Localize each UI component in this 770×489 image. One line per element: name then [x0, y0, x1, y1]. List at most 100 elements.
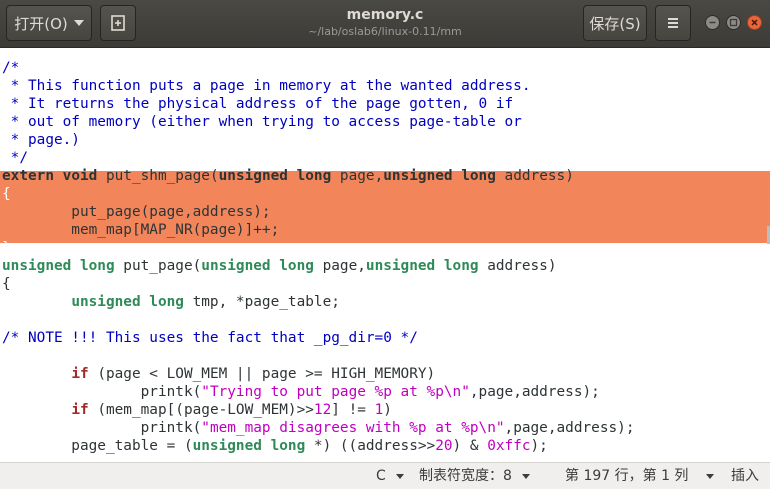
code-token: tmp, *page_table; — [192, 294, 340, 310]
code-token: unsigned long — [383, 168, 505, 184]
code-token: /* — [2, 60, 20, 76]
close-icon — [751, 19, 758, 26]
code-line: if (page < LOW_MEM || page >= HIGH_MEMOR… — [2, 365, 635, 383]
open-button[interactable]: 打开(O) — [6, 5, 92, 41]
chevron-down-icon — [521, 473, 530, 479]
code-line: page_table = (unsigned long *) ((address… — [2, 437, 635, 455]
chevron-down-icon — [706, 473, 715, 479]
code-token: if — [71, 366, 98, 382]
minimize-button[interactable] — [705, 15, 720, 30]
code-line: extern void put_shm_page(unsigned long p… — [2, 167, 635, 185]
code-token: put_shm_page( — [105, 168, 219, 184]
code-token: if — [71, 402, 98, 418]
code-token: *) ((address>> — [313, 438, 436, 454]
language-label: C — [376, 468, 386, 484]
maximize-button[interactable] — [726, 15, 741, 30]
new-document-icon — [111, 15, 125, 31]
menu-button[interactable] — [655, 5, 691, 41]
code-line: ​ — [2, 311, 635, 329]
code-token: * It returns the physical address of the… — [2, 96, 514, 112]
code-token: { — [2, 186, 11, 202]
header-bar: 打开(O) memory.c ~/lab/oslab6/linux-0.11/m… — [0, 0, 770, 48]
save-button[interactable]: 保存(S) — [583, 5, 647, 41]
code-line: */ — [2, 149, 635, 167]
maximize-icon — [729, 18, 738, 27]
code-token: ) & — [452, 438, 488, 454]
window-title: memory.c — [346, 7, 424, 23]
window-title-block: memory.c ~/lab/oslab6/linux-0.11/mm — [200, 6, 570, 39]
status-bar: C 制表符宽度：8 第 197 行，第 1 列 插入 — [0, 462, 770, 489]
code-token: unsigned long — [2, 258, 124, 274]
code-line: /* — [2, 59, 635, 77]
code-token: unsigned long — [365, 258, 488, 274]
code-line: unsigned long tmp, *page_table; — [2, 293, 635, 311]
code-token: 0xffc — [487, 438, 531, 454]
hamburger-menu-icon — [668, 18, 678, 28]
code-line: if (mem_map[(page-LOW_MEM)>>12] != 1) — [2, 401, 635, 419]
tab-width-selector[interactable]: 制表符宽度：8 — [419, 463, 530, 489]
code-token: (page < LOW_MEM || page >= HIGH_MEMORY) — [97, 366, 436, 382]
cursor-position-selector[interactable]: 第 197 行，第 1 列 — [565, 463, 715, 489]
close-button[interactable] — [747, 15, 762, 30]
code-token: page_table = ( — [2, 438, 193, 454]
code-token: extern — [2, 168, 63, 184]
code-token: */ — [2, 150, 28, 166]
code-token: * out of memory (either when trying to a… — [2, 114, 522, 130]
chevron-down-icon — [73, 20, 84, 26]
code-line: { — [2, 275, 635, 293]
code-token: unsigned long — [218, 168, 340, 184]
code-token: mem_map[MAP_NR(page)]++; — [2, 222, 280, 238]
code-token: page, — [322, 258, 366, 274]
code-token: ); — [530, 438, 548, 454]
code-line: * It returns the physical address of the… — [2, 95, 635, 113]
code-line: { — [2, 185, 635, 203]
code-line: mem_map[MAP_NR(page)]++; — [2, 221, 635, 239]
code-token: void — [62, 168, 106, 184]
code-token: * page.) — [2, 132, 80, 148]
code-token: ] != — [331, 402, 375, 418]
code-token: } — [2, 240, 11, 256]
code-line: printk("mem_map disagrees with %p at %p\… — [2, 419, 635, 437]
code-token: page, — [339, 168, 384, 184]
chevron-down-icon — [395, 473, 404, 479]
insert-mode-indicator[interactable]: 插入 — [731, 463, 759, 489]
code-token: put_page(page,address); — [2, 204, 271, 220]
window-subtitle: ~/lab/oslab6/linux-0.11/mm — [308, 25, 462, 38]
code-token: unsigned long — [192, 438, 314, 454]
cursor-position-label: 第 197 行，第 1 列 — [565, 468, 689, 484]
code-token: (mem_map[(page-LOW_MEM)>> — [97, 402, 314, 418]
code-token: { — [2, 276, 11, 292]
code-line: * page.) — [2, 131, 635, 149]
code-line: } — [2, 239, 635, 257]
insert-mode-label: 插入 — [731, 468, 759, 484]
new-document-button[interactable] — [100, 5, 136, 41]
minimize-icon — [709, 21, 716, 24]
code-token: put_page( — [123, 258, 202, 274]
code-line: * This function puts a page in memory at… — [2, 77, 635, 95]
code-line: ​ — [2, 347, 635, 365]
code-token: unsigned long — [201, 258, 323, 274]
code-token: address) — [487, 258, 557, 274]
code-line: printk("Trying to put page %p at %p\n",p… — [2, 383, 635, 401]
code-token: ,page,address); — [504, 420, 635, 436]
tab-width-label: 制表符宽度：8 — [419, 468, 512, 484]
code-token: "mem_map disagrees with %p at %p\n" — [201, 420, 505, 436]
code-line: put_page(page,address); — [2, 203, 635, 221]
code-token: 20 — [435, 438, 453, 454]
code-token: 12 — [313, 402, 332, 418]
language-selector[interactable]: C — [376, 463, 404, 489]
code-editor[interactable]: /* * This function puts a page in memory… — [0, 48, 770, 462]
code-token: ,page,address); — [469, 384, 600, 400]
code-token: /* NOTE !!! This uses the fact that _pg_… — [2, 330, 418, 346]
code-text[interactable]: /* * This function puts a page in memory… — [0, 59, 635, 455]
code-token: unsigned long — [71, 294, 193, 310]
save-button-label: 保存(S) — [589, 14, 641, 33]
code-token: address) — [504, 168, 574, 184]
code-token: ) — [383, 402, 392, 418]
code-line: * out of memory (either when trying to a… — [2, 113, 635, 131]
code-line: unsigned long put_page(unsigned long pag… — [2, 257, 635, 275]
code-token: printk( — [2, 384, 202, 400]
code-token: printk( — [2, 420, 202, 436]
